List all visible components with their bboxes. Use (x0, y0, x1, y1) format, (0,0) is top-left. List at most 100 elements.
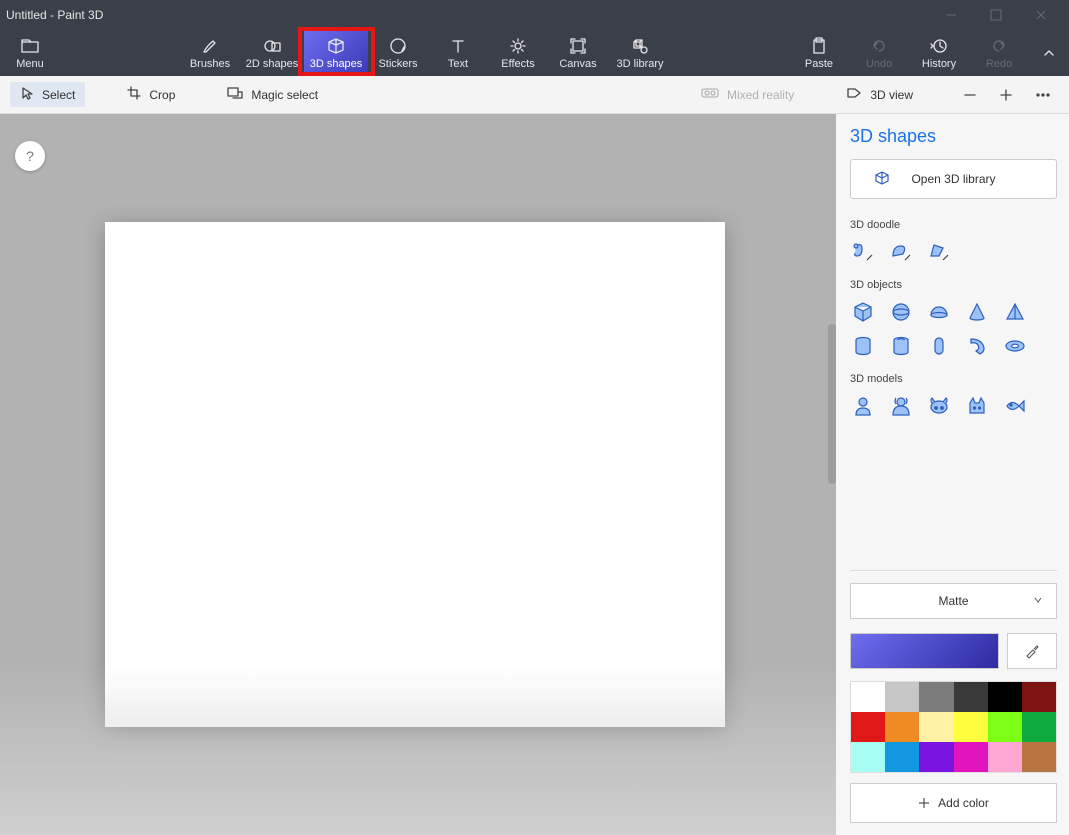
ribbon-tools: Brushes 2D shapes 3D shapes Stickers Tex… (180, 30, 672, 76)
section-doodle-label: 3D doodle (850, 219, 1057, 231)
cube-tool[interactable] (850, 299, 876, 325)
color-swatch[interactable] (954, 712, 988, 742)
effects-tab[interactable]: Effects (488, 30, 548, 76)
zoom-in-button[interactable] (991, 84, 1021, 106)
color-swatch[interactable] (919, 712, 953, 742)
3d-shapes-tab[interactable]: 3D shapes (304, 30, 368, 76)
cone-tool[interactable] (964, 299, 990, 325)
color-swatch[interactable] (954, 742, 988, 772)
color-swatch[interactable] (885, 682, 919, 712)
current-color-swatch[interactable] (850, 633, 999, 669)
stickers-tab[interactable]: Stickers (368, 30, 428, 76)
open-3d-library-button[interactable]: Open 3D library (850, 159, 1057, 199)
main: ? 3D shapes Open 3D library 3D doodle 3D… (0, 114, 1069, 835)
text-tab[interactable]: Text (428, 30, 488, 76)
doodle-tools (850, 239, 1057, 265)
tab-label: Effects (501, 58, 534, 70)
sharp-edge-doodle-tool[interactable] (926, 239, 952, 265)
window-controls (928, 0, 1063, 30)
select-tool[interactable]: Select (10, 82, 85, 107)
add-color-button[interactable]: Add color (850, 783, 1057, 823)
sticker-icon (389, 37, 407, 55)
redo-icon (990, 37, 1008, 55)
soft-edge-doodle-tool[interactable] (888, 239, 914, 265)
stage-scrollbar[interactable] (828, 324, 836, 484)
color-swatch[interactable] (851, 742, 885, 772)
tab-label: Redo (986, 58, 1012, 70)
tab-label: Undo (866, 58, 892, 70)
plus-icon (918, 797, 930, 809)
color-swatch[interactable] (851, 712, 885, 742)
color-swatch[interactable] (988, 742, 1022, 772)
color-swatch[interactable] (919, 742, 953, 772)
maximize-button[interactable] (973, 0, 1018, 30)
minimize-button[interactable] (928, 0, 973, 30)
tool-label: Magic select (251, 88, 318, 102)
button-label: Open 3D library (911, 172, 995, 186)
curved-cylinder-tool[interactable] (964, 333, 990, 359)
3d-view-button[interactable]: 3D view (836, 83, 923, 106)
color-swatch[interactable] (885, 742, 919, 772)
dog-model-tool[interactable] (926, 393, 952, 419)
color-swatch[interactable] (1022, 712, 1056, 742)
drawing-canvas[interactable] (105, 222, 725, 727)
color-swatch[interactable] (988, 682, 1022, 712)
3d-library-tab[interactable]: 3D library (608, 30, 672, 76)
effects-icon (509, 37, 527, 55)
capsule-tool[interactable] (926, 333, 952, 359)
color-swatch[interactable] (1022, 742, 1056, 772)
collapse-panel-button[interactable] (1029, 30, 1069, 76)
pyramid-tool[interactable] (1002, 299, 1028, 325)
cube-icon (874, 170, 890, 189)
ribbon-right: Paste Undo History Redo (789, 30, 1069, 76)
close-button[interactable] (1018, 0, 1063, 30)
tube-doodle-tool[interactable] (850, 239, 876, 265)
section-models-label: 3D models (850, 373, 1057, 385)
cylinder-tool[interactable] (850, 333, 876, 359)
help-label: ? (26, 148, 34, 164)
color-swatch[interactable] (919, 682, 953, 712)
fish-model-tool[interactable] (1002, 393, 1028, 419)
color-swatch[interactable] (988, 712, 1022, 742)
side-panel: 3D shapes Open 3D library 3D doodle 3D o… (836, 114, 1069, 835)
current-color-row (850, 633, 1057, 669)
brushes-tab[interactable]: Brushes (180, 30, 240, 76)
zoom-out-button[interactable] (955, 84, 985, 106)
paste-button[interactable]: Paste (789, 30, 849, 76)
color-swatch[interactable] (851, 682, 885, 712)
ribbon: Menu Brushes 2D shapes 3D shapes Sticker… (0, 30, 1069, 76)
menu-button[interactable]: Menu (0, 30, 60, 76)
material-dropdown[interactable]: Matte (850, 583, 1057, 619)
undo-icon (870, 37, 888, 55)
paste-icon (811, 37, 827, 55)
2d-shapes-tab[interactable]: 2D shapes (240, 30, 304, 76)
undo-button[interactable]: Undo (849, 30, 909, 76)
redo-button[interactable]: Redo (969, 30, 1029, 76)
tube-tool[interactable] (888, 333, 914, 359)
help-button[interactable]: ? (15, 141, 45, 171)
color-swatch[interactable] (954, 682, 988, 712)
eyedropper-button[interactable] (1007, 633, 1057, 669)
text-icon (449, 37, 467, 55)
cat-model-tool[interactable] (964, 393, 990, 419)
magic-select-tool[interactable]: Magic select (217, 82, 328, 107)
color-swatch[interactable] (1022, 682, 1056, 712)
chevron-up-icon (1042, 44, 1056, 62)
sphere-tool[interactable] (888, 299, 914, 325)
man-model-tool[interactable] (850, 393, 876, 419)
panel-title: 3D shapes (850, 126, 1057, 147)
hemisphere-tool[interactable] (926, 299, 952, 325)
donut-tool[interactable] (1002, 333, 1028, 359)
crop-tool[interactable]: Crop (117, 82, 185, 107)
canvas-tab[interactable]: Canvas (548, 30, 608, 76)
woman-model-tool[interactable] (888, 393, 914, 419)
canvas-stage[interactable]: ? (0, 114, 836, 835)
history-icon (930, 37, 948, 55)
magic-select-icon (227, 86, 243, 103)
color-swatch[interactable] (885, 712, 919, 742)
history-button[interactable]: History (909, 30, 969, 76)
mixed-reality-button[interactable]: Mixed reality (691, 83, 804, 106)
more-options-button[interactable] (1027, 84, 1059, 106)
cursor-icon (20, 86, 34, 103)
folder-icon (20, 37, 40, 55)
